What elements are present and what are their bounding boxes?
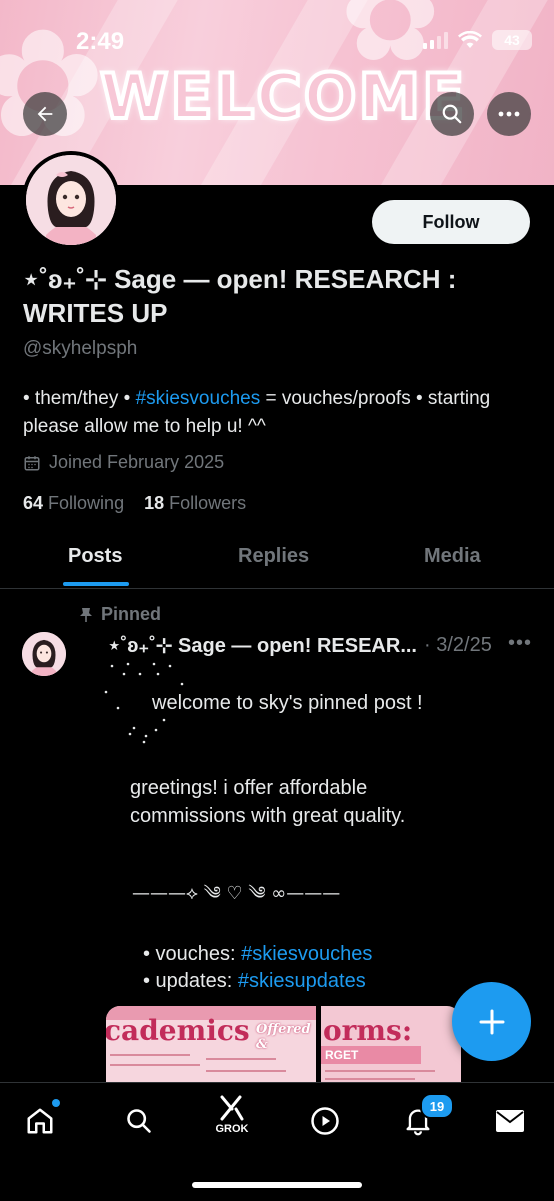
post-author-avatar[interactable] [22, 632, 66, 676]
post-date[interactable]: · 3/2/25 [424, 634, 492, 657]
post-updates-line: • updates: #skiesupdates [143, 967, 366, 995]
profile-name: ⋆˚ʚ₊˚⊹ Sage — open! RESEARCH : WRITES UP [23, 264, 457, 328]
nav-search[interactable] [119, 1101, 159, 1141]
nav-messages[interactable] [490, 1101, 530, 1141]
post-vouches-line: • vouches: #skiesvouches [143, 940, 372, 968]
home-new-dot [52, 1099, 60, 1107]
post-author-name[interactable]: ⋆˚ʚ₊˚⊹ Sage — open! RESEAR... [108, 633, 417, 658]
updates-hashtag-link[interactable]: #skiesupdates [238, 970, 366, 992]
active-tab-indicator [63, 582, 129, 586]
followers-count: 18 [144, 493, 165, 513]
tab-posts[interactable]: Posts [68, 545, 122, 568]
image-title-text: cademics [106, 1014, 250, 1047]
calendar-icon [24, 455, 40, 470]
status-time: 2:49 [76, 28, 125, 55]
post-more-button[interactable]: ••• [508, 632, 532, 655]
banner-welcome-text: WELCOME [98, 58, 467, 135]
post-image-academics[interactable]: cademics Offered & [106, 1006, 316, 1086]
following-link[interactable]: 64 Following [23, 493, 124, 513]
grok-label: GROK [215, 1123, 249, 1135]
following-count: 64 [23, 493, 44, 513]
joined-text: Joined February 2025 [49, 452, 225, 472]
profile-avatar[interactable] [22, 151, 120, 249]
follow-button[interactable]: Follow [372, 200, 530, 244]
arrow-left-icon [37, 106, 53, 122]
search-button[interactable] [430, 92, 474, 136]
nav-home[interactable] [20, 1099, 60, 1141]
signal-icon [423, 31, 448, 49]
back-button[interactable] [23, 92, 67, 136]
avatar-illustration [26, 155, 116, 245]
updates-label: • updates: [143, 970, 238, 992]
mail-icon [496, 1110, 524, 1132]
image-subtitle-text: Offered & [256, 1022, 311, 1052]
tab-media[interactable]: Media [424, 545, 481, 568]
followers-link[interactable]: 18 Followers [144, 493, 246, 513]
pinned-label: Pinned [79, 604, 161, 625]
battery-icon: 43 [492, 30, 532, 50]
search-icon [442, 104, 462, 124]
notifications-badge: 19 [420, 1093, 454, 1119]
post-image-forms[interactable]: orms: RGET [321, 1006, 461, 1086]
more-options-button[interactable] [487, 92, 531, 136]
vouches-label: • vouches: [143, 943, 242, 965]
plus-icon [479, 1009, 504, 1034]
post-line-welcome: welcome to sky's pinned post ! [152, 692, 423, 714]
nav-video[interactable] [305, 1101, 345, 1141]
status-icons: 43 [423, 30, 532, 50]
home-icon [27, 1108, 53, 1134]
bio-hashtag-link[interactable]: #skiesvouches [136, 388, 261, 409]
play-circle-icon [311, 1107, 339, 1135]
pinned-text: Pinned [101, 604, 162, 624]
following-label: Following [48, 493, 125, 513]
vouches-hashtag-link[interactable]: #skiesvouches [241, 943, 372, 965]
avatar-illustration [22, 632, 66, 676]
profile-handle: @skyhelpsph [23, 338, 138, 359]
image-title-text: orms: [323, 1014, 413, 1047]
tab-replies[interactable]: Replies [238, 545, 309, 568]
nav-grok[interactable]: GROK [212, 1095, 252, 1135]
followers-label: Followers [169, 493, 247, 513]
grok-icon [220, 1095, 244, 1121]
search-icon [127, 1109, 151, 1133]
compose-post-button[interactable] [452, 982, 531, 1061]
profile-bio: • them/they • #skiesvouches = vouches/pr… [23, 385, 543, 441]
pin-icon [80, 607, 92, 622]
post-separator: ———⟡ ༄ ♡ ༄ ∞——— [132, 883, 341, 904]
image-label-text: RGET [325, 1048, 359, 1062]
home-indicator [192, 1182, 362, 1188]
more-icon [498, 111, 520, 117]
tabs-divider [0, 588, 554, 589]
follow-stats: 64 Following 18 Followers [23, 493, 246, 514]
bio-text: • them/they • [23, 388, 136, 409]
post-line-greetings: greetings! i offer affordable commission… [130, 777, 406, 827]
joined-date: Joined February 2025 [23, 452, 224, 473]
wifi-icon [458, 31, 482, 48]
